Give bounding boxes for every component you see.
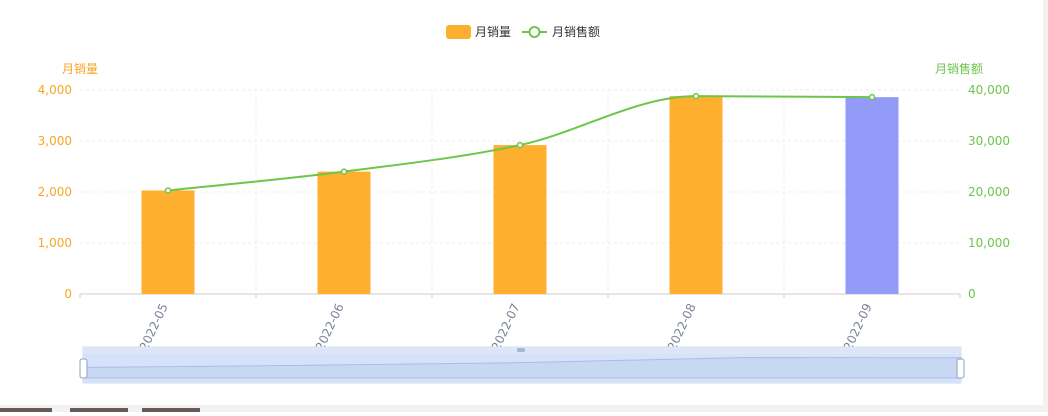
bar	[669, 96, 723, 295]
line-point	[164, 187, 172, 194]
y-axis-right: 0 10,000 20,000 30,000 40,000	[968, 83, 1010, 301]
line-point	[692, 92, 700, 100]
bar	[845, 97, 899, 294]
y-axis-left: 0 1,000 2,000 3,000 4,000	[38, 83, 72, 301]
legend[interactable]: 月销量 月销售额	[446, 24, 600, 39]
y-right-tick-label: 30,000	[968, 134, 1010, 148]
line-point	[340, 168, 348, 175]
legend-line-marker	[528, 26, 541, 38]
thumbnail-3	[142, 408, 200, 412]
bar	[493, 145, 547, 294]
line-point	[868, 93, 876, 101]
chart-page: 月销量 月销售额 月销量 月销售额 0 1,000 2,000 3,000 4,000 …	[0, 0, 1048, 412]
thumbnail-2	[70, 408, 128, 412]
x-tick-label: 2022-09	[841, 301, 875, 352]
combo-chart: 月销量 月销售额 月销量 月销售额 01,0002,0003,0004,000 …	[38, 24, 1010, 384]
x-tick-label: 2022-08	[665, 301, 699, 352]
x-tick-label: 2022-05	[137, 301, 171, 352]
y-right-tick-label: 40,000	[968, 83, 1010, 97]
legend-line-label: 月销售额	[552, 24, 600, 39]
legend-item-line-series[interactable]: 月销售额	[522, 24, 600, 39]
legend-bar-label: 月销量	[475, 25, 511, 39]
zoom-move-handle[interactable]	[517, 348, 525, 352]
x-tick-label: 2022-06	[313, 301, 347, 352]
legend-bar-swatch	[446, 25, 471, 39]
zoom-handle-right[interactable]	[956, 358, 965, 379]
y-left-tick-label: 2,000	[38, 185, 72, 199]
bar	[317, 171, 371, 294]
line-point	[516, 141, 524, 149]
y-right-tick-label: 0	[968, 287, 976, 301]
bar-series	[141, 96, 899, 295]
y-axis-right-title: 月销售额	[935, 61, 983, 76]
zoom-handle-left[interactable]	[79, 358, 88, 379]
y-left-tick-label: 0	[64, 287, 72, 301]
y-axis-left-title: 月销量	[62, 62, 98, 76]
y-left-tick-label: 3,000	[38, 134, 72, 148]
thumbnail-1	[0, 408, 52, 412]
bar	[141, 190, 195, 294]
legend-item-bar-series[interactable]: 月销量	[446, 25, 511, 39]
scrollbar-gutter	[1043, 0, 1048, 412]
y-right-tick-label: 20,000	[968, 185, 1010, 199]
x-tick-label: 2022-07	[489, 301, 523, 352]
x-axis: 2022-05 2022-06 2022-07 2022-08 2022-09	[79, 293, 961, 353]
y-left-tick-label: 1,000	[38, 236, 72, 250]
data-zoom-slider[interactable]	[79, 346, 965, 384]
y-left-tick-label: 4,000	[38, 83, 72, 97]
y-right-tick-label: 10,000	[968, 236, 1010, 250]
